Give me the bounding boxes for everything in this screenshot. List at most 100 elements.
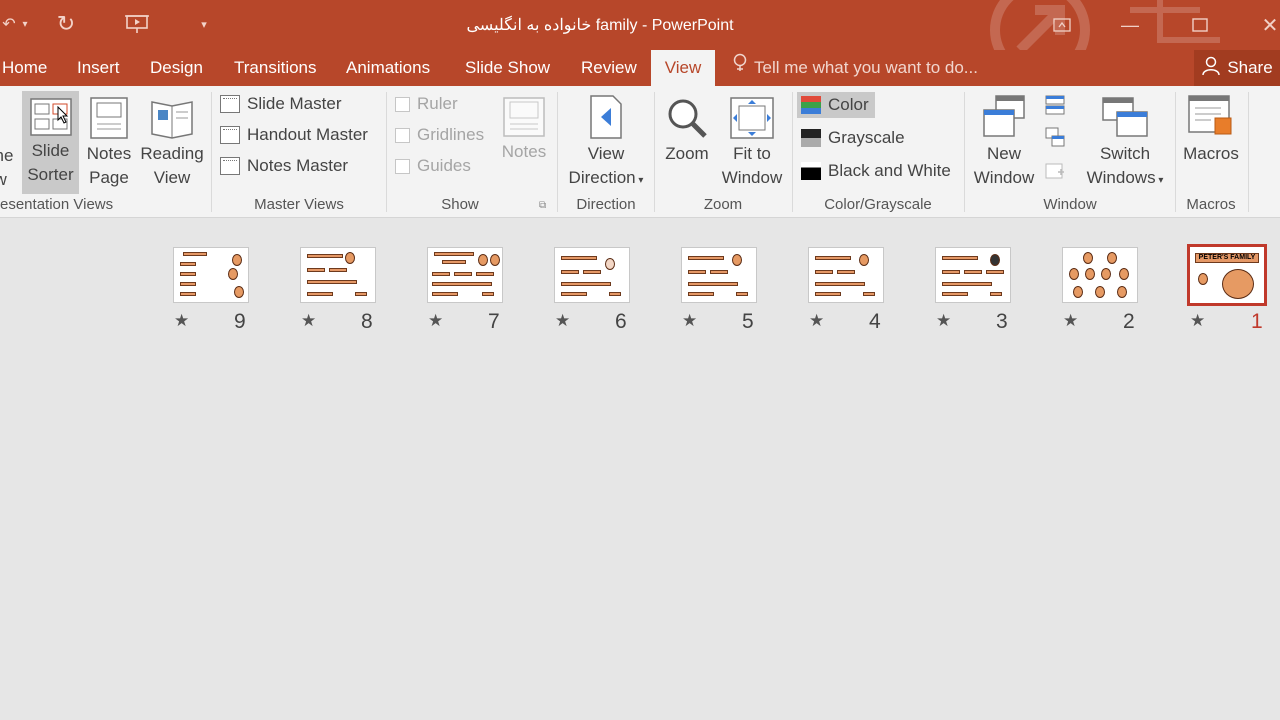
animation-star-icon: ★	[809, 311, 825, 330]
macros-label: Macros	[1183, 144, 1239, 163]
reading-view-label: Reading	[140, 144, 204, 163]
slide-thumbnail-2[interactable]	[1062, 247, 1138, 303]
slide-sorter-button[interactable]: Slide Sorter	[22, 91, 79, 194]
view-direction-button[interactable]: View Direction ▾	[562, 92, 650, 193]
notes-master-button[interactable]: Notes Master	[220, 153, 348, 179]
ruler-checkbox[interactable]: Ruler	[395, 91, 458, 117]
new-window-button[interactable]: New Window	[968, 92, 1040, 190]
color-label: Color	[828, 95, 869, 114]
gridlines-checkbox[interactable]: Gridlines	[395, 122, 484, 148]
slide-number: 7	[488, 310, 500, 333]
slide-number: 9	[234, 310, 246, 333]
slide-picture	[859, 254, 869, 266]
ribbon-tabs: Home Insert Design Transitions Animation…	[0, 50, 1280, 86]
slide-text-bar	[180, 262, 196, 266]
maximize-icon[interactable]	[1180, 8, 1220, 42]
black-white-label: Black and White	[828, 161, 951, 180]
fit-to-window-label-2: Window	[721, 168, 783, 187]
animation-star-icon: ★	[555, 311, 571, 330]
normal-view-button[interactable]: ne w	[0, 92, 16, 192]
slide-picture	[1073, 286, 1083, 298]
color-swatch-icon	[801, 96, 821, 114]
slide-title: PETER'S FAMILY	[1195, 253, 1259, 263]
slide-thumbnail-9[interactable]	[173, 247, 249, 303]
show-dialog-launcher-icon[interactable]: ⧉	[539, 200, 546, 211]
slide-text-bar	[815, 282, 865, 286]
view-direction-label: View	[587, 144, 625, 163]
zoom-group-label: Zoom	[703, 196, 743, 213]
slide-thumbnail-6[interactable]	[554, 247, 630, 303]
cascade-icon[interactable]	[1044, 126, 1066, 150]
slide-text-bar	[355, 292, 367, 296]
slide-thumbnail-5[interactable]	[681, 247, 757, 303]
handout-master-label: Handout Master	[247, 125, 368, 144]
black-white-button[interactable]: Black and White	[801, 158, 951, 184]
notes-page-label: Notes	[86, 144, 132, 163]
slide-number: 3	[996, 310, 1008, 333]
ribbon-display-options-icon[interactable]	[1042, 8, 1082, 42]
tab-slide-show[interactable]: Slide Show	[465, 50, 550, 86]
notes-page-icon	[90, 97, 128, 139]
slide-picture	[990, 254, 1000, 266]
slide-picture	[228, 268, 238, 280]
slide-text-bar	[307, 268, 325, 272]
reading-view-button[interactable]: Reading View	[138, 92, 206, 190]
slide-picture	[1083, 252, 1093, 264]
separator	[1175, 92, 1176, 212]
tab-insert[interactable]: Insert	[77, 50, 120, 86]
slide-thumbnail-7[interactable]	[427, 247, 503, 303]
slide-thumbnail-4[interactable]	[808, 247, 884, 303]
slide-picture	[1198, 273, 1208, 285]
handout-master-button[interactable]: Handout Master	[220, 122, 368, 148]
notes-page-button[interactable]: Notes Page	[84, 92, 134, 190]
slide-text-bar	[180, 292, 196, 296]
color-grayscale-group-label: Color/Grayscale	[824, 196, 932, 213]
tab-view[interactable]: View	[651, 50, 715, 86]
tell-me-placeholder: Tell me what you want to do...	[754, 58, 978, 77]
slide-number: 8	[361, 310, 373, 333]
separator	[386, 92, 387, 212]
notes-master-label: Notes Master	[247, 156, 349, 175]
tab-transitions[interactable]: Transitions	[234, 50, 317, 86]
arrange-all-icon[interactable]	[1044, 94, 1066, 118]
slide-master-button[interactable]: Slide Master	[220, 91, 341, 117]
animation-star-icon: ★	[1190, 311, 1206, 330]
slide-thumbnail-8[interactable]	[300, 247, 376, 303]
direction-group-label: Direction	[576, 196, 636, 213]
magnifier-icon	[668, 99, 707, 138]
slide-sorter-pane[interactable]: ★ 9 ★ 8 ★ 7 ★ 6 ★ 5 ★ 4 ★ 3 ★ 2 PETER'S …	[0, 219, 1280, 720]
minimize-icon[interactable]: —	[1110, 8, 1150, 42]
slide-text-bar	[561, 292, 587, 296]
tell-me-search[interactable]: Tell me what you want to do...	[732, 50, 978, 86]
share-button[interactable]: Share	[1194, 50, 1280, 86]
tab-design[interactable]: Design	[150, 50, 203, 86]
zoom-button[interactable]: Zoom	[660, 92, 714, 166]
slide-picture	[732, 254, 742, 266]
slide-thumbnail-1[interactable]: PETER'S FAMILY	[1187, 244, 1267, 306]
slide-picture	[232, 254, 242, 266]
presentation-views-group-label: esentation Views	[0, 196, 114, 213]
tab-review[interactable]: Review	[581, 50, 637, 86]
new-window-label-2: Window	[973, 168, 1035, 187]
color-button[interactable]: Color	[797, 92, 875, 118]
tab-animations[interactable]: Animations	[346, 50, 430, 86]
guides-checkbox[interactable]: Guides	[395, 153, 471, 179]
macros-button[interactable]: Macros	[1180, 92, 1242, 166]
switch-windows-label: Switch	[1099, 144, 1151, 163]
switch-windows-icon	[1102, 97, 1148, 137]
close-icon[interactable]: ✕	[1250, 8, 1280, 42]
fit-to-window-button[interactable]: Fit to Window	[718, 92, 786, 190]
title-bar: ↶ ▾ ↻ ▾ خانواده به انگلیسی family - Powe…	[0, 0, 1280, 50]
zoom-label: Zoom	[665, 144, 709, 163]
grayscale-button[interactable]: Grayscale	[801, 125, 905, 151]
fit-to-window-label: Fit to	[733, 144, 771, 163]
move-split-icon[interactable]	[1044, 160, 1066, 184]
switch-windows-button[interactable]: Switch Windows ▾	[1078, 92, 1172, 193]
animation-star-icon: ★	[1063, 311, 1079, 330]
notes-button[interactable]: Notes	[497, 92, 551, 164]
slide-thumbnail-3[interactable]	[935, 247, 1011, 303]
lightbulb-icon	[732, 50, 748, 86]
slide-text-bar	[688, 292, 714, 296]
grayscale-swatch-icon	[801, 129, 821, 147]
tab-home[interactable]: Home	[2, 50, 47, 86]
